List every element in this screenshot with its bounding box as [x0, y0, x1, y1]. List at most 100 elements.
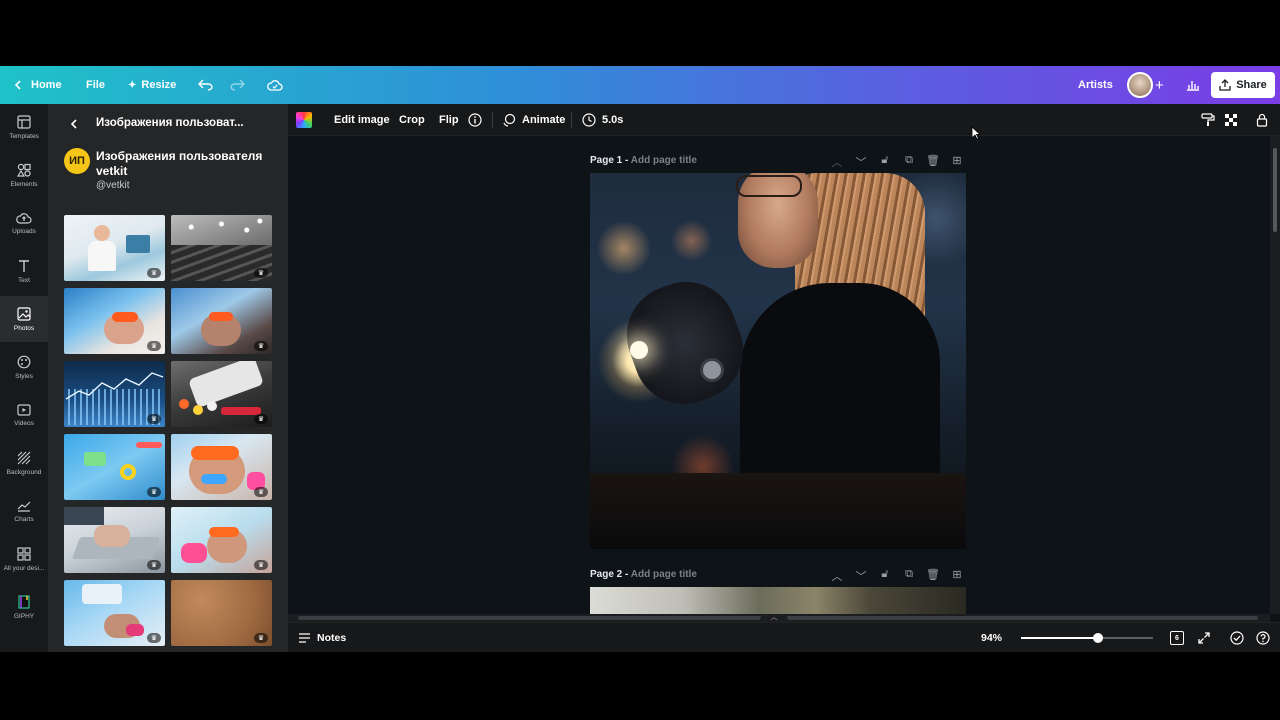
pro-badge-icon: ♛	[147, 487, 161, 497]
copy-style-button[interactable]	[1201, 104, 1215, 136]
photo-detail	[590, 473, 966, 549]
back-icon[interactable]	[70, 119, 78, 129]
flip-button[interactable]: Flip	[439, 104, 459, 136]
notes-button[interactable]: Notes	[298, 623, 346, 652]
transparency-icon	[1225, 114, 1237, 126]
animate-icon	[503, 113, 516, 127]
move-down-icon[interactable]: ﹀	[854, 154, 868, 170]
add-page-icon[interactable]: ⊞	[950, 154, 964, 170]
page-2-title-input[interactable]: Add page title	[631, 569, 697, 580]
photo-thumbnail[interactable]: ♛	[171, 288, 272, 354]
photo-thumbnail[interactable]: ♛	[64, 361, 165, 427]
pro-badge-icon: ♛	[147, 633, 161, 643]
delete-icon[interactable]: 🗑︎	[926, 568, 940, 584]
photo-thumbnail[interactable]: ♛	[171, 507, 272, 573]
pages-icon: 6	[1170, 631, 1184, 645]
fullscreen-button[interactable]	[1198, 623, 1210, 652]
expand-pages-button[interactable]: ︿	[760, 614, 788, 622]
crop-button[interactable]: Crop	[399, 104, 425, 136]
rail-item-background[interactable]: Background	[0, 440, 48, 486]
photo-thumbnail[interactable]: ♛	[64, 580, 165, 646]
lock-icon[interactable]: 🔓︎	[878, 154, 892, 170]
info-button[interactable]	[468, 104, 482, 136]
insights-button[interactable]	[1186, 66, 1200, 104]
rail-item-giphy[interactable]: GIPHY	[0, 584, 48, 630]
rail-label: Elements	[10, 180, 38, 188]
lock-button[interactable]	[1256, 104, 1268, 136]
paint-roller-icon	[1201, 113, 1215, 126]
redo-button[interactable]	[229, 66, 245, 104]
home-button[interactable]: Home	[14, 66, 62, 104]
rail-label: Photos	[13, 324, 35, 332]
transparency-button[interactable]	[1224, 104, 1238, 136]
page-count-button[interactable]: 6	[1170, 623, 1184, 652]
design-canvas[interactable]: Page 1 - Add page title ︿ ﹀ 🔓︎ ⧉ 🗑︎ ⊞ Pa…	[288, 136, 1270, 614]
pro-badge-icon: ♛	[254, 414, 268, 424]
share-button[interactable]: Share	[1211, 72, 1275, 98]
rail-item-videos[interactable]: Videos	[0, 392, 48, 438]
rail-label: Templates	[9, 132, 39, 140]
share-icon	[1219, 79, 1231, 91]
add-page-icon[interactable]: ⊞	[950, 568, 964, 584]
duplicate-icon[interactable]: ⧉	[902, 568, 916, 584]
page-2-controls: ︿ ﹀ 🔓︎ ⧉ 🗑︎ ⊞	[830, 568, 964, 584]
photo-thumbnail[interactable]: ♛	[171, 434, 272, 500]
photo-thumbnail[interactable]: ♛	[171, 215, 272, 281]
save-status[interactable]	[267, 66, 283, 104]
photo-thumbnail[interactable]: ♛	[171, 580, 272, 646]
rail-item-templates[interactable]: Templates	[0, 104, 48, 150]
mouse-cursor-icon	[971, 126, 981, 140]
move-up-icon[interactable]: ︿	[830, 568, 844, 584]
profile-name[interactable]: Изображения пользователя vetkit	[96, 149, 276, 179]
team-name[interactable]: Artists	[1078, 66, 1113, 104]
edit-image-button[interactable]: Edit image	[334, 104, 390, 136]
avatar[interactable]	[1127, 72, 1153, 98]
notes-icon	[299, 633, 310, 643]
page-1-title-input[interactable]: Add page title	[631, 155, 697, 166]
lock-icon[interactable]: 🔓︎	[878, 568, 892, 584]
photo-thumbnail[interactable]: ♛	[64, 507, 165, 573]
scroll-thumb[interactable]	[1273, 148, 1277, 232]
delete-icon[interactable]: 🗑︎	[926, 154, 940, 170]
profile-avatar[interactable]: ИП	[64, 148, 90, 174]
add-member-button[interactable]: +	[1155, 66, 1164, 104]
image-toolbar: Edit image Crop Flip Animate 5.0s	[288, 104, 1280, 136]
move-up-icon[interactable]: ︿	[830, 154, 844, 170]
page-1-photo[interactable]	[590, 173, 966, 549]
undo-button[interactable]	[198, 66, 214, 104]
file-menu[interactable]: File	[86, 66, 105, 104]
rail-item-uploads[interactable]: Uploads	[0, 200, 48, 246]
vertical-scrollbar[interactable]	[1270, 136, 1280, 614]
photo-thumbnail[interactable]: ♛	[64, 434, 165, 500]
zoom-slider-handle[interactable]	[1092, 633, 1103, 643]
page-2-photo[interactable]	[590, 587, 966, 614]
rail-item-charts[interactable]: Charts	[0, 488, 48, 534]
zoom-slider[interactable]	[1021, 633, 1153, 643]
expand-icon	[1198, 632, 1210, 644]
zoom-label: 94%	[981, 632, 1003, 644]
photo-thumbnail[interactable]: ♛	[64, 215, 165, 281]
pro-badge-icon: ♛	[254, 487, 268, 497]
rail-item-text[interactable]: Text	[0, 248, 48, 294]
rail-item-photos[interactable]: Photos	[0, 296, 48, 342]
duplicate-icon[interactable]: ⧉	[902, 154, 916, 170]
help-button[interactable]	[1256, 623, 1270, 652]
rail-item-elements[interactable]: Elements	[0, 152, 48, 198]
left-rail: Templates Elements Uploads Text Photos S…	[0, 104, 48, 652]
resize-button[interactable]: ✦ Resize	[128, 66, 176, 104]
move-down-icon[interactable]: ﹀	[854, 568, 868, 584]
photo-thumbnail[interactable]: ♛	[171, 361, 272, 427]
page-2-title[interactable]: Page 2 - Add page title	[590, 569, 697, 580]
designs-icon	[17, 546, 31, 561]
check-button[interactable]	[1230, 623, 1244, 652]
animate-button[interactable]: Animate	[502, 104, 565, 136]
team-label: Artists	[1078, 79, 1113, 91]
color-button[interactable]	[296, 104, 312, 136]
rail-item-designs[interactable]: All your desi...	[0, 536, 48, 582]
top-bar: Home File ✦ Resize Artists + Share	[0, 66, 1280, 104]
rail-item-styles[interactable]: Styles	[0, 344, 48, 390]
page-1-title[interactable]: Page 1 - Add page title	[590, 155, 697, 166]
photo-thumbnail[interactable]: ♛	[64, 288, 165, 354]
zoom-value[interactable]: 94%	[981, 623, 1002, 652]
duration-button[interactable]: 5.0s	[582, 104, 623, 136]
